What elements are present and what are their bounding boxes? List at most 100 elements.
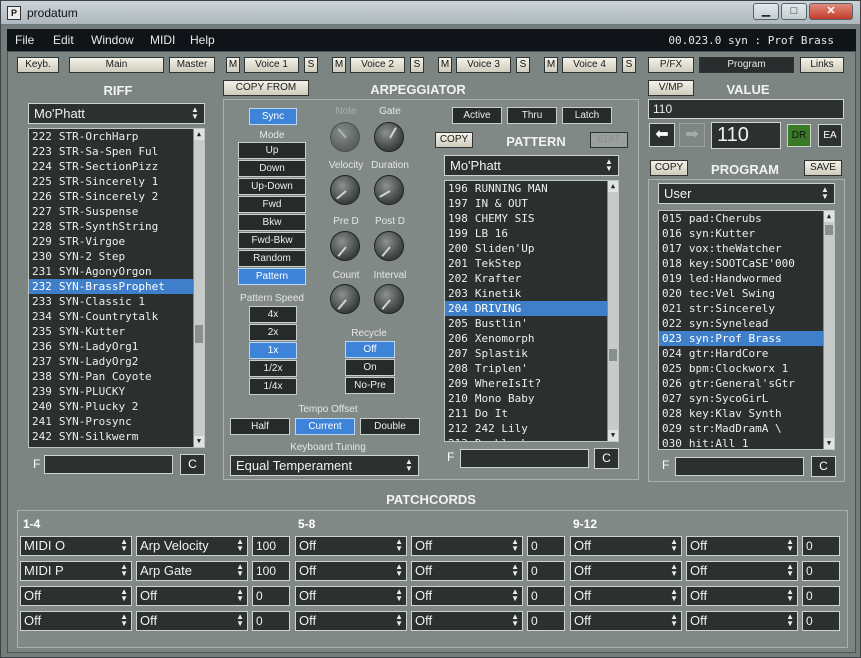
thru-button[interactable]: Thru bbox=[507, 107, 557, 124]
patchcord-destination-select[interactable]: Off ▲ ▼ bbox=[686, 611, 798, 631]
list-item[interactable]: 209 WhereIsIt? bbox=[445, 376, 618, 391]
list-item[interactable]: 241 SYN-Prosync bbox=[29, 414, 204, 429]
recycle-off-button[interactable]: Off bbox=[345, 341, 395, 358]
patchcord-destination-select[interactable]: Off ▲ ▼ bbox=[411, 536, 523, 556]
list-item[interactable]: 207 Splastik bbox=[445, 346, 618, 361]
mode-up-down-button[interactable]: Up-Down bbox=[238, 178, 306, 195]
ea-button[interactable]: EA bbox=[818, 124, 842, 147]
gate-knob[interactable] bbox=[374, 122, 404, 152]
list-item[interactable]: 196 RUNNING MAN bbox=[445, 181, 618, 196]
arrow-left-icon[interactable]: ⬅ bbox=[649, 123, 675, 147]
list-item[interactable]: 234 SYN-Countrytalk bbox=[29, 309, 204, 324]
list-item[interactable]: 233 SYN-Classic 1 bbox=[29, 294, 204, 309]
voice3-solo-button[interactable]: S bbox=[516, 57, 530, 73]
pattern-copy-button[interactable]: COPY bbox=[435, 132, 473, 148]
list-item[interactable]: 229 STR-Virgoe bbox=[29, 234, 204, 249]
patchcord-source-select[interactable]: Off ▲ ▼ bbox=[295, 536, 407, 556]
patchcord-amount-field[interactable]: 0 bbox=[252, 611, 290, 631]
voice1-button[interactable]: Voice 1 bbox=[244, 57, 299, 73]
list-item[interactable]: 200 Sliden'Up bbox=[445, 241, 618, 256]
voice4-button[interactable]: Voice 4 bbox=[562, 57, 617, 73]
speed-4x-button[interactable]: 4x bbox=[249, 306, 297, 323]
list-item[interactable]: 235 SYN-Kutter bbox=[29, 324, 204, 339]
recycle-on-button[interactable]: On bbox=[345, 359, 395, 376]
mode-fwd-bkw-button[interactable]: Fwd-Bkw bbox=[238, 232, 306, 249]
list-item[interactable]: 197 IN & OUT bbox=[445, 196, 618, 211]
voice2-solo-button[interactable]: S bbox=[410, 57, 424, 73]
patchcord-source-select[interactable]: MIDI P ▲ ▼ bbox=[20, 561, 132, 581]
program-filter-input[interactable] bbox=[675, 457, 804, 476]
list-item[interactable]: 227 STR-Suspense bbox=[29, 204, 204, 219]
mode-random-button[interactable]: Random bbox=[238, 250, 306, 267]
menu-window[interactable]: Window bbox=[91, 33, 134, 47]
pattern-scroll-thumb[interactable] bbox=[609, 349, 617, 361]
patchcord-source-select[interactable]: Off ▲ ▼ bbox=[570, 611, 682, 631]
list-item[interactable]: 238 SYN-Pan Coyote bbox=[29, 369, 204, 384]
voice2-button[interactable]: Voice 2 bbox=[350, 57, 405, 73]
patchcord-destination-select[interactable]: Off ▲ ▼ bbox=[411, 586, 523, 606]
scroll-down-icon[interactable]: ▼ bbox=[608, 430, 618, 441]
list-item[interactable]: 203 Kinetik bbox=[445, 286, 618, 301]
list-item[interactable]: 231 SYN-AgonyOrgon bbox=[29, 264, 204, 279]
list-item[interactable]: 028 key:Klav Synth bbox=[659, 406, 834, 421]
list-item[interactable]: 202 Krafter bbox=[445, 271, 618, 286]
voice1-mute-button[interactable]: M bbox=[226, 57, 240, 73]
mode-up-button[interactable]: Up bbox=[238, 142, 306, 159]
pattern-filter-input[interactable] bbox=[460, 449, 589, 468]
list-item[interactable]: 026 gtr:General'sGtr bbox=[659, 376, 834, 391]
mode-bkw-button[interactable]: Bkw bbox=[238, 214, 306, 231]
speed-quarter-button[interactable]: 1/4x bbox=[249, 378, 297, 395]
list-item[interactable]: 208 Triplen' bbox=[445, 361, 618, 376]
riff-bank-select[interactable]: Mo'Phatt ▲ ▼ bbox=[28, 103, 205, 124]
patchcord-amount-field[interactable]: 100 bbox=[252, 536, 290, 556]
list-item[interactable]: 019 led:Handwormed bbox=[659, 271, 834, 286]
list-item[interactable]: 016 syn:Kutter bbox=[659, 226, 834, 241]
tempo-current-button[interactable]: Current bbox=[295, 418, 355, 435]
menu-midi[interactable]: MIDI bbox=[150, 33, 175, 47]
list-item[interactable]: 017 vox:theWatcher bbox=[659, 241, 834, 256]
value-display[interactable]: 110 bbox=[711, 122, 781, 149]
program-copy-button[interactable]: COPY bbox=[650, 160, 688, 176]
pattern-bank-select[interactable]: Mo'Phatt ▲ ▼ bbox=[444, 155, 619, 176]
pattern-list[interactable]: 196 RUNNING MAN 197 IN & OUT 198 CHEMY SIS 199… bbox=[444, 180, 619, 442]
mode-fwd-button[interactable]: Fwd bbox=[238, 196, 306, 213]
list-item[interactable]: 023 syn:Prof Brass bbox=[659, 331, 834, 346]
patchcord-destination-select[interactable]: Arp Gate ▲ ▼ bbox=[136, 561, 248, 581]
main-button[interactable]: Main bbox=[69, 57, 164, 73]
patchcord-amount-field[interactable]: 0 bbox=[527, 611, 565, 631]
program-clear-button[interactable]: C bbox=[811, 456, 836, 477]
list-item[interactable]: 222 STR-OrchHarp bbox=[29, 129, 204, 144]
patchcord-amount-field[interactable]: 0 bbox=[527, 586, 565, 606]
mode-down-button[interactable]: Down bbox=[238, 160, 306, 177]
list-item[interactable]: 029 str:MadDramA \ bbox=[659, 421, 834, 436]
patchcord-destination-select[interactable]: Off ▲ ▼ bbox=[136, 586, 248, 606]
patchcord-destination-select[interactable]: Off ▲ ▼ bbox=[686, 536, 798, 556]
voice3-button[interactable]: Voice 3 bbox=[456, 57, 511, 73]
list-item[interactable]: 232 SYN-BrassProphet bbox=[29, 279, 204, 294]
list-item[interactable]: 020 tec:Vel Swing bbox=[659, 286, 834, 301]
list-item[interactable]: 225 STR-Sincerely 1 bbox=[29, 174, 204, 189]
links-button[interactable]: Links bbox=[800, 57, 844, 73]
sync-button[interactable]: Sync bbox=[249, 108, 297, 125]
voice1-solo-button[interactable]: S bbox=[304, 57, 318, 73]
post-delay-knob[interactable] bbox=[374, 231, 404, 261]
list-item[interactable]: 198 CHEMY SIS bbox=[445, 211, 618, 226]
pre-delay-knob[interactable] bbox=[330, 231, 360, 261]
list-item[interactable]: 015 pad:Cherubs bbox=[659, 211, 834, 226]
patchcord-amount-field[interactable]: 0 bbox=[527, 536, 565, 556]
riff-list[interactable]: 222 STR-OrchHarp 223 STR-Sa-Spen Ful 224 STR-… bbox=[28, 128, 205, 448]
list-item[interactable]: 237 SYN-LadyOrg2 bbox=[29, 354, 204, 369]
patchcord-amount-field[interactable]: 0 bbox=[527, 561, 565, 581]
arrow-right-icon[interactable]: ➡ bbox=[679, 123, 705, 147]
menu-file[interactable]: File bbox=[15, 33, 34, 47]
list-item[interactable]: 213 Double Love bbox=[445, 436, 618, 441]
list-item[interactable]: 030 hit:All 1 bbox=[659, 436, 834, 449]
menu-edit[interactable]: Edit bbox=[53, 33, 74, 47]
riff-filter-input[interactable] bbox=[44, 455, 173, 474]
vmp-button[interactable]: V/MP bbox=[648, 80, 694, 96]
program-scrollbar[interactable]: ▲ ▼ bbox=[823, 211, 834, 449]
velocity-knob[interactable] bbox=[330, 175, 360, 205]
speed-half-button[interactable]: 1/2x bbox=[249, 360, 297, 377]
list-item[interactable]: 243 SYN-Sync Girl bbox=[29, 444, 204, 447]
riff-scrollbar[interactable]: ▲ ▼ bbox=[193, 129, 204, 447]
